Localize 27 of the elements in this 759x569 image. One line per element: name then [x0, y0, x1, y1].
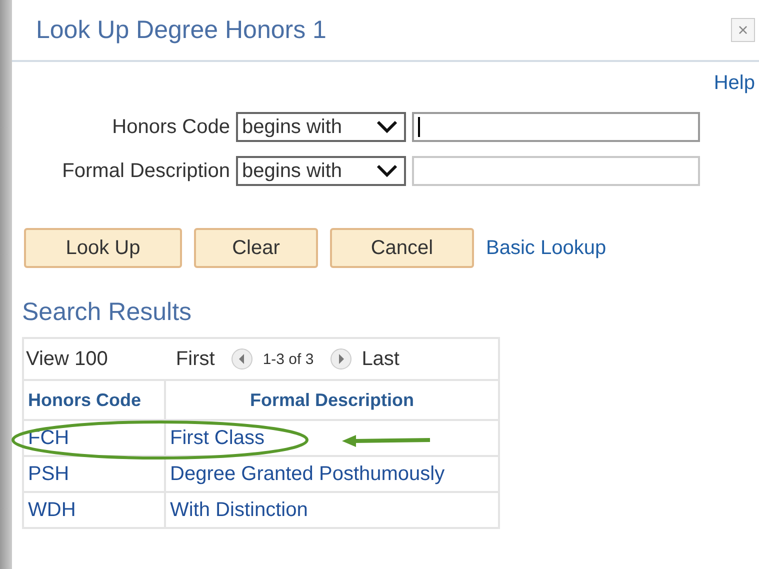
table-cell[interactable]: WDH: [23, 492, 165, 528]
next-icon[interactable]: [330, 348, 352, 370]
column-header[interactable]: Formal Description: [165, 380, 499, 420]
window-title: Look Up Degree Honors 1: [36, 16, 326, 44]
table-cell[interactable]: PSH: [23, 456, 165, 492]
action-button[interactable]: Clear: [194, 228, 318, 268]
operator-dropdown[interactable]: begins with: [236, 156, 406, 186]
column-header[interactable]: Honors Code: [23, 380, 165, 420]
range-text: 1-3 of 3: [262, 350, 314, 368]
operator-dropdown[interactable]: begins with: [236, 112, 406, 142]
basic-lookup-link[interactable]: Basic Lookup: [486, 236, 606, 260]
table-cell[interactable]: With Distinction: [165, 492, 499, 528]
help-link[interactable]: Help: [714, 72, 755, 95]
section-title: Search Results: [22, 298, 193, 327]
previous-icon[interactable]: [230, 348, 253, 370]
chevron-down-icon: [376, 164, 398, 178]
action-button[interactable]: Cancel: [330, 228, 474, 268]
search-field[interactable]: [412, 112, 700, 142]
field-label: Honors Code: [111, 116, 230, 138]
view-all-link[interactable]: View 100: [26, 348, 108, 370]
field-label: Formal Description: [61, 160, 230, 182]
chevron-down-icon: [376, 120, 398, 134]
search-field[interactable]: [412, 156, 700, 186]
first-link[interactable]: First: [176, 348, 215, 370]
table-cell[interactable]: Degree Granted Posthumously: [165, 456, 499, 492]
last-link[interactable]: Last: [362, 348, 400, 370]
action-button[interactable]: Look Up: [24, 228, 182, 268]
